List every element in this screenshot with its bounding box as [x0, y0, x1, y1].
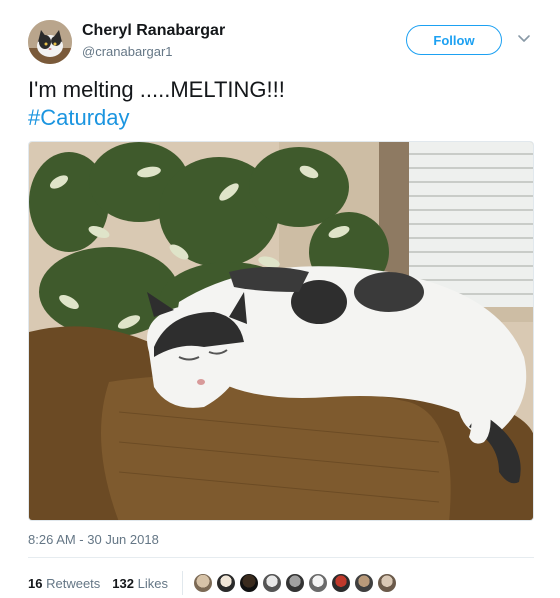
author-handle[interactable]: @cranabargar1: [82, 44, 173, 59]
divider: [28, 557, 534, 558]
liker-avatar[interactable]: [376, 573, 397, 593]
likes-stat[interactable]: 132 Likes: [112, 576, 168, 591]
tweet-body: I'm melting .....MELTING!!!: [28, 77, 285, 102]
cat-on-couch-photo: [29, 142, 533, 520]
liker-avatar[interactable]: [215, 573, 236, 593]
tweet-stats: 16 Retweets 132 Likes: [28, 571, 400, 595]
retweets-count: 16: [28, 575, 43, 591]
tweet-timestamp[interactable]: 8:26 AM - 30 Jun 2018: [28, 532, 159, 547]
cat-avatar-image: [28, 20, 72, 64]
retweets-label: Retweets: [46, 575, 101, 591]
hashtag-link[interactable]: #Caturday: [28, 104, 285, 132]
likes-count: 132: [112, 575, 134, 591]
liker-avatar[interactable]: [307, 573, 328, 593]
follow-button[interactable]: Follow: [406, 25, 502, 55]
retweets-stat[interactable]: 16 Retweets: [28, 576, 100, 591]
stats-separator: [181, 571, 183, 595]
author-avatar[interactable]: [28, 20, 72, 64]
liker-avatar[interactable]: [192, 573, 213, 593]
liker-avatar[interactable]: [284, 573, 305, 593]
liker-avatar[interactable]: [238, 573, 259, 593]
liker-avatar[interactable]: [261, 573, 282, 593]
chevron-down-icon[interactable]: [517, 34, 531, 44]
likers-avatars: [192, 573, 400, 593]
liker-avatar[interactable]: [330, 573, 351, 593]
tweet-text: I'm melting .....MELTING!!! #Caturday: [28, 76, 285, 132]
tweet-photo[interactable]: [28, 141, 534, 521]
likes-label: Likes: [137, 575, 168, 591]
liker-avatar[interactable]: [353, 573, 374, 593]
author-name[interactable]: Cheryl Ranabargar: [82, 22, 225, 40]
